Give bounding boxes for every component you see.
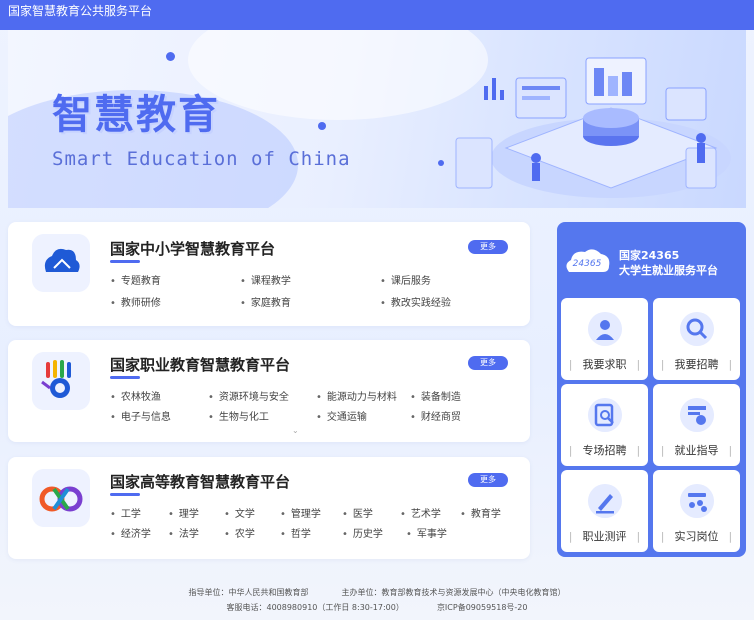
vocational-hand-logo-icon [32,352,90,410]
platform-item[interactable]: 法学 [168,525,199,540]
platform-item[interactable]: 教师研修 [110,294,161,309]
tile-label: 我要求职 [561,356,648,372]
platform-item[interactable]: 医学 [342,505,373,520]
footer-host-unit: 主办单位：教育部教育技术与资源发展中心（中央电化教育馆） [341,588,566,597]
platform-item[interactable]: 专题教育 [110,272,161,287]
platform-title[interactable]: 国家中小学智慧教育平台 [110,238,275,259]
banner-dot [318,122,326,130]
k12-cloud-logo-icon [32,234,90,292]
platform-item[interactable]: 财经商贸 [410,408,461,423]
expand-chevron-icon[interactable]: ⌄ [292,426,299,435]
platform-item[interactable]: 艺术学 [400,505,441,520]
platform-item[interactable]: 经济学 [110,525,151,540]
banner-dot [166,52,175,61]
platform-item[interactable]: 历史学 [342,525,383,540]
higher-ed-platform-card[interactable]: 国家高等教育智慧教育平台 更多 工学 理学 文学 管理学 医学 艺术学 教育学 … [8,457,530,559]
job-title-line2: 大学生就业服务平台 [619,264,718,277]
internship-icon [680,484,714,518]
platform-item[interactable]: 生物与化工 [208,408,269,423]
platform-item[interactable]: 课后服务 [380,272,431,287]
career-guide-icon [680,398,714,432]
title-underline [110,376,140,379]
tile-career-guide[interactable]: 就业指导 [653,384,740,466]
platform-item[interactable]: 资源环境与安全 [208,388,289,403]
tile-label: 职业测评 [561,528,648,544]
title-underline [110,493,140,496]
platform-item[interactable]: 农学 [224,525,255,540]
cloud-24365-icon: 24365 [566,249,610,272]
banner-title: 智慧教育 [52,92,220,138]
platform-item[interactable]: 教改实践经验 [380,294,451,309]
platform-item[interactable]: 交通运输 [316,408,367,423]
employment-platform-title[interactable]: 国家24365 大学生就业服务平台 [619,248,718,278]
tile-internship[interactable]: 实习岗位 [653,470,740,552]
platform-item[interactable]: 工学 [110,505,141,520]
tile-label: 实习岗位 [653,528,740,544]
platform-item[interactable]: 理学 [168,505,199,520]
k12-platform-card[interactable]: 国家中小学智慧教育平台 更多 专题教育 课程教学 课后服务 教师研修 家庭教育 … [8,222,530,326]
platform-item[interactable]: 文学 [224,505,255,520]
job-seeker-icon [588,312,622,346]
footer-units: 指导单位：中华人民共和国教育部 主办单位：教育部教育技术与资源发展中心（中央电化… [0,587,754,598]
platform-item[interactable]: 家庭教育 [240,294,291,309]
more-button[interactable]: 更多 [468,356,508,370]
platform-item[interactable]: 教育学 [460,505,501,520]
job-title-line1: 国家24365 [619,249,680,262]
platform-item[interactable]: 农林牧渔 [110,388,161,403]
special-recruit-icon [588,398,622,432]
platform-item[interactable]: 电子与信息 [110,408,171,423]
footer-guide-unit: 指导单位：中华人民共和国教育部 [188,588,309,597]
platform-item[interactable]: 管理学 [280,505,321,520]
platform-title[interactable]: 国家职业教育智慧教育平台 [110,354,290,375]
platform-item[interactable]: 装备制造 [410,388,461,403]
tile-label: 我要招聘 [653,356,740,372]
more-button[interactable]: 更多 [468,473,508,487]
platform-item[interactable]: 军事学 [406,525,447,540]
more-button[interactable]: 更多 [468,240,508,254]
platform-item[interactable]: 能源动力与材料 [316,388,397,403]
platform-title[interactable]: 国家高等教育智慧教育平台 [110,471,290,492]
recruit-search-icon [680,312,714,346]
smart-classroom-illustration-icon [455,57,731,198]
hero-banner: 智慧教育 Smart Education of China [8,30,746,208]
vocational-platform-card[interactable]: 国家职业教育智慧教育平台 更多 农林牧渔 资源环境与安全 能源动力与材料 装备制… [8,340,530,442]
tile-assessment[interactable]: 职业测评 [561,470,648,552]
footer-contact: 客服电话：4008980910（工作日 8:30-17:00） 京ICP备090… [0,602,754,613]
footer-hotline: 客服电话：4008980910（工作日 8:30-17:00） [226,603,404,612]
job-badge-text: 24365 [573,259,602,269]
tile-recruit[interactable]: 我要招聘 [653,298,740,380]
assessment-pen-icon [588,484,622,518]
tile-label: 专场招聘 [561,442,648,458]
footer-icp[interactable]: 京ICP备09059518号-20 [437,603,528,612]
platform-item[interactable]: 课程教学 [240,272,291,287]
tile-label: 就业指导 [653,442,740,458]
employment-service-panel: 24365 国家24365 大学生就业服务平台 我要求职 我要招聘 专场招聘 [557,222,746,557]
higher-ed-infinity-logo-icon [32,469,90,527]
tile-job-seeking[interactable]: 我要求职 [561,298,648,380]
tile-special-recruit[interactable]: 专场招聘 [561,384,648,466]
site-title[interactable]: 国家智慧教育公共服务平台 [8,4,152,18]
banner-subtitle: Smart Education of China [52,148,351,170]
title-underline [110,260,140,263]
platform-item[interactable]: 哲学 [280,525,311,540]
top-bar: 国家智慧教育公共服务平台 [0,0,754,30]
